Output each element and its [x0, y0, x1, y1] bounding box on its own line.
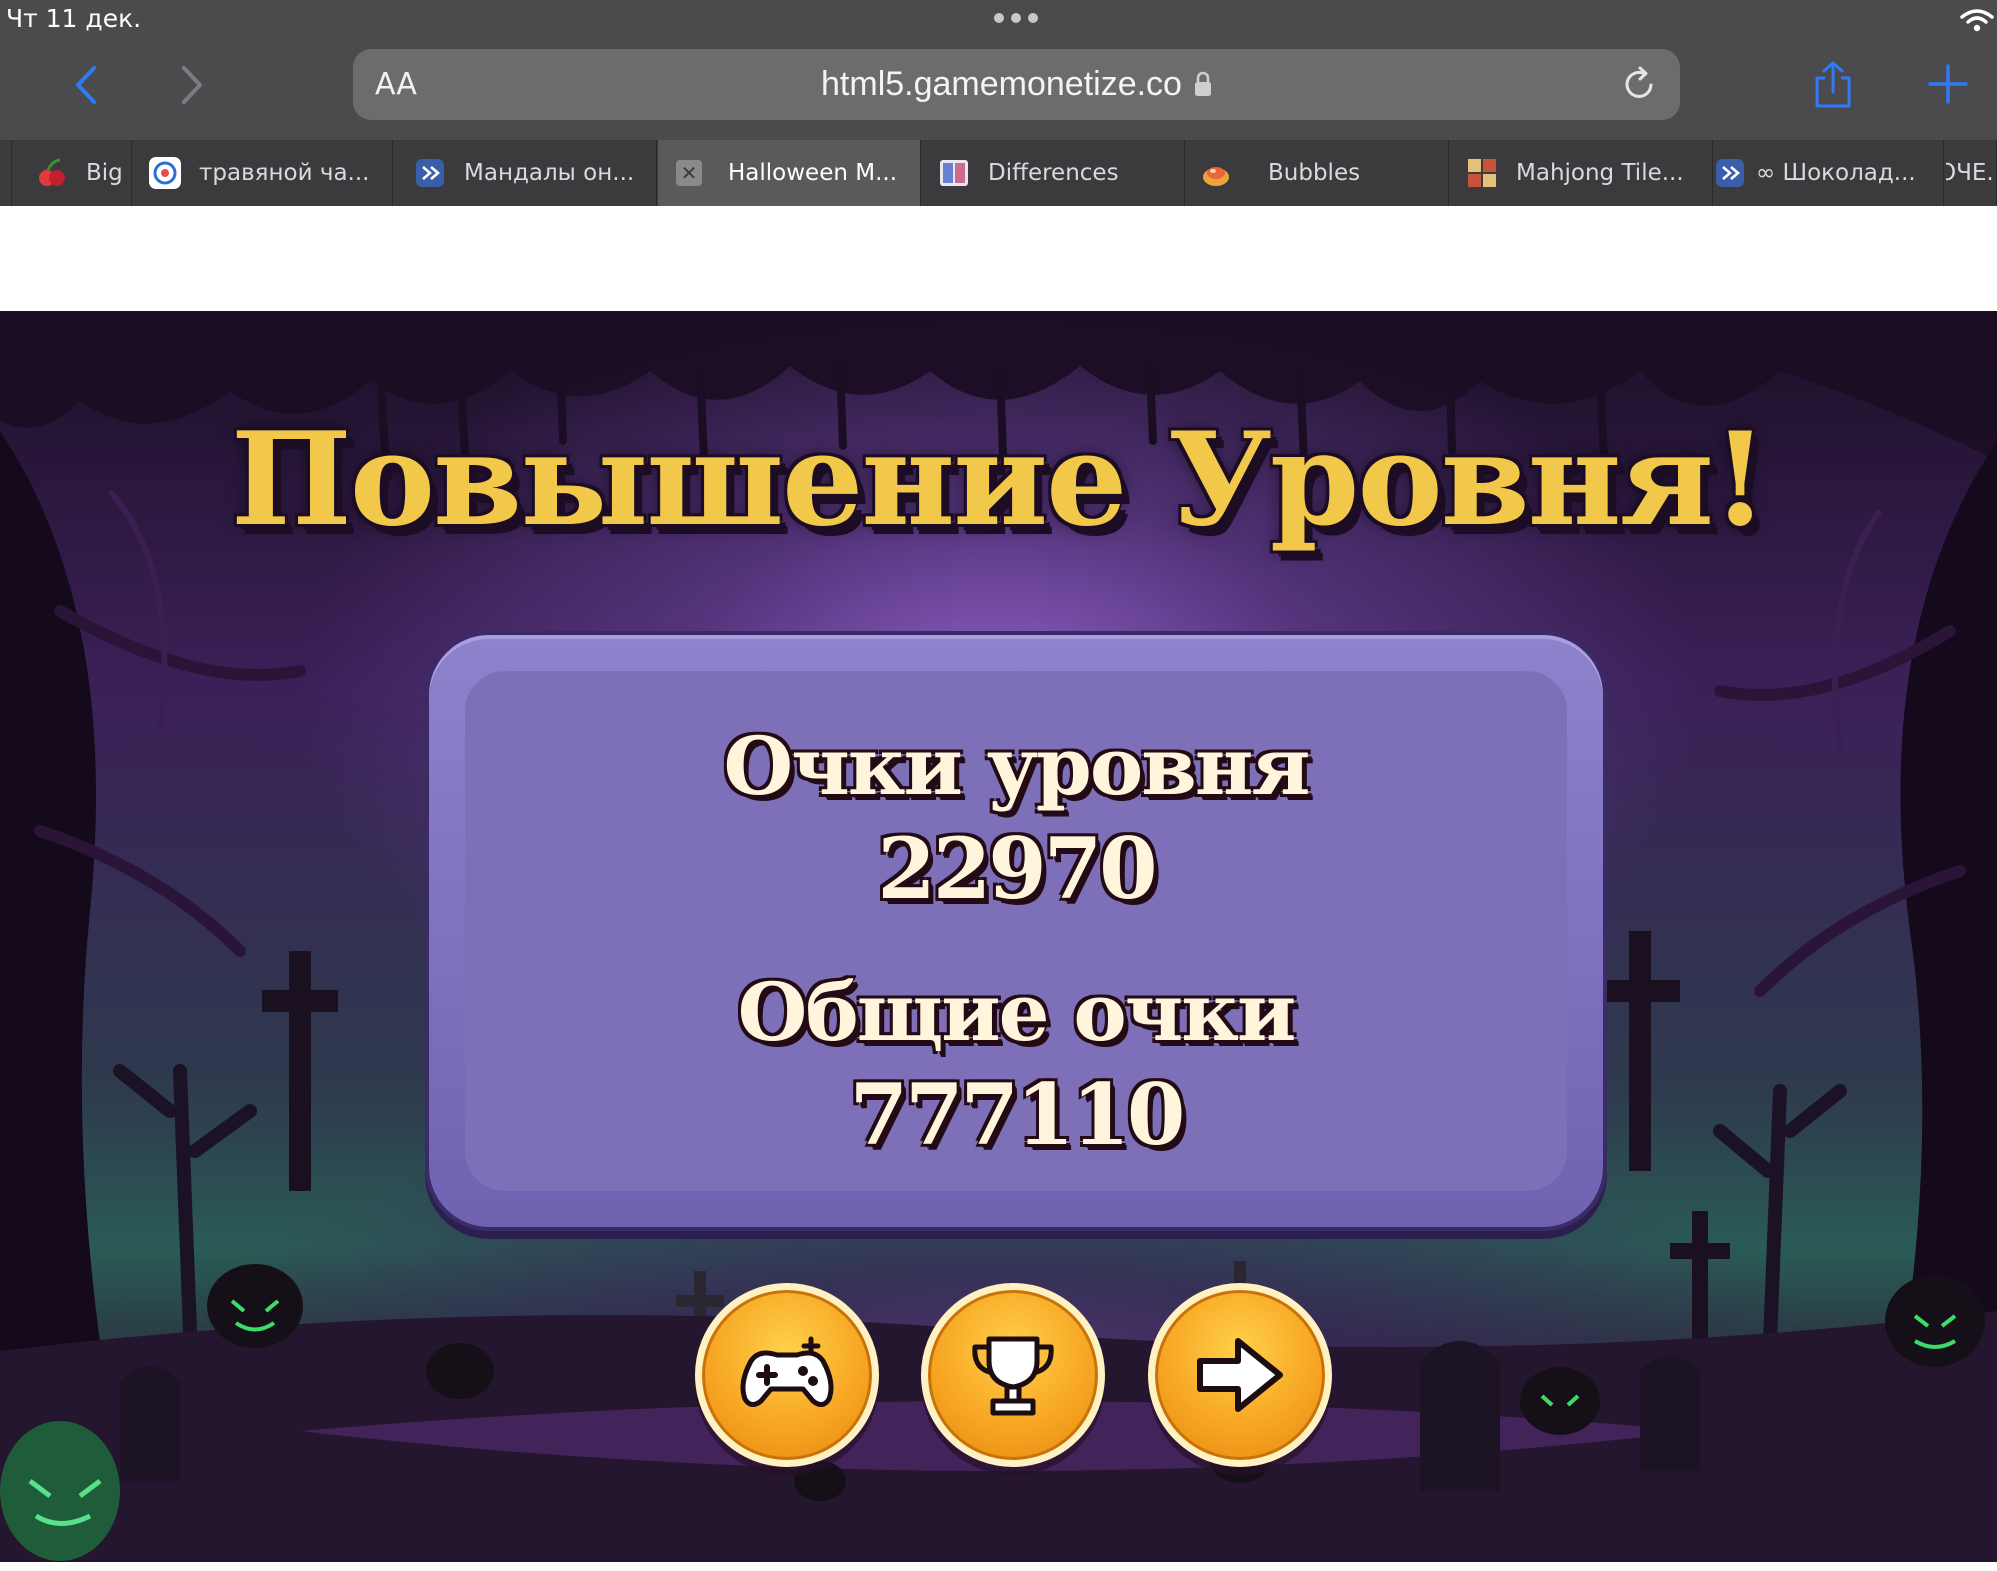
lock-icon [1194, 71, 1211, 96]
tab-label: Mahjong Tile... [1516, 160, 1684, 186]
gamepad-icon [740, 1336, 834, 1407]
url-text[interactable]: html5.gamemonetize.co [353, 63, 1680, 105]
level-score-value: 22970 [877, 819, 1157, 918]
tab-label: травяной ча... [199, 160, 370, 186]
tab-chocolate[interactable]: ∞ Шоколад... [1714, 140, 1944, 206]
site-favicon [1716, 159, 1744, 187]
tab-label: ∞ Шоколад... [1756, 160, 1916, 186]
tab-strip: Big травяной ча... Мандалы он... ✕ Hallo… [0, 140, 1997, 206]
tab-herbal-tea[interactable]: травяной ча... [133, 140, 393, 206]
tab-mandalas[interactable]: Мандалы он... [394, 140, 657, 206]
game-canvas[interactable]: Повышение Уровня! Очки уровня 22970 Общи… [0, 311, 1997, 1562]
arrow-right-icon [1197, 1338, 1283, 1412]
tab-partial-left[interactable] [0, 140, 12, 206]
tab-label: Halloween M... [728, 160, 898, 186]
next-level-button[interactable] [1148, 1283, 1332, 1467]
share-icon[interactable] [1811, 60, 1855, 110]
more-dots-icon[interactable] [992, 6, 1040, 30]
leaderboard-button[interactable] [921, 1283, 1105, 1467]
site-favicon [416, 159, 444, 187]
trophy-icon [972, 1336, 1054, 1416]
chat-favicon [149, 157, 181, 189]
tab-big[interactable]: Big [14, 140, 132, 206]
total-score-label: Общие очки [737, 965, 1297, 1059]
cherry-favicon [39, 158, 65, 186]
browser-chrome: Чт 11 дек. AA html5.gamemonetize.co Big [0, 0, 1997, 206]
pumpkin-decoration [207, 1264, 303, 1348]
level-score-label: Очки уровня [723, 719, 1311, 813]
mahjong-favicon [1468, 159, 1496, 187]
address-bar[interactable]: AA html5.gamemonetize.co [353, 49, 1680, 120]
total-score-value: 777110 [849, 1065, 1186, 1164]
tab-label: Big [86, 160, 123, 186]
tab-bubbles[interactable]: Bubbles [1186, 140, 1449, 206]
puzzle-favicon [940, 160, 968, 186]
score-panel: Очки уровня 22970 Общие очки 777110 [425, 631, 1607, 1231]
tab-partial-right[interactable]: ОЧЕ... [1946, 140, 1997, 206]
status-time: Чт 11 дек. [6, 4, 142, 33]
tab-label: ОЧЕ... [1946, 160, 1996, 186]
new-tab-icon[interactable] [1926, 62, 1970, 106]
tab-label: Differences [988, 160, 1119, 186]
forward-button[interactable] [166, 60, 216, 110]
level-up-title: Повышение Уровня! [230, 405, 1768, 555]
url-label: html5.gamemonetize.co [821, 65, 1182, 103]
bubble-favicon [1203, 167, 1229, 186]
back-button[interactable] [62, 60, 112, 110]
tab-differences[interactable]: Differences [922, 140, 1185, 206]
wifi-icon [1960, 9, 1994, 32]
tab-halloween-active[interactable]: ✕ Halloween M... [658, 140, 921, 206]
play-more-games-button[interactable] [695, 1283, 879, 1467]
tab-label: Мандалы он... [464, 160, 635, 186]
tab-mahjong[interactable]: Mahjong Tile... [1450, 140, 1713, 206]
reload-icon[interactable] [1618, 63, 1660, 105]
tab-label: Bubbles [1268, 160, 1361, 186]
close-tab-icon[interactable]: ✕ [676, 160, 702, 186]
